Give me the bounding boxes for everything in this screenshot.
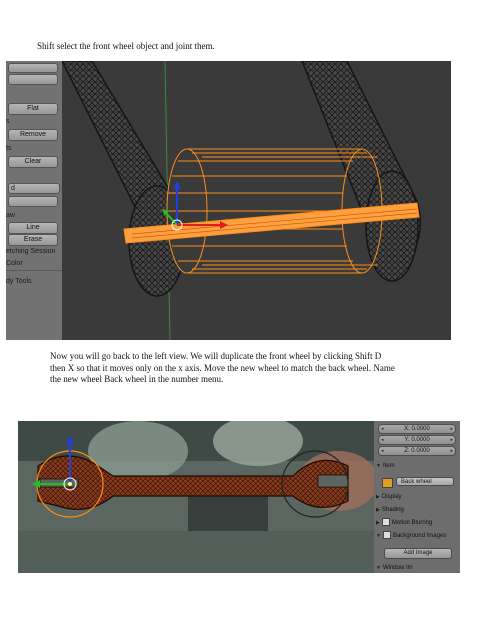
- z-location-value: Z: 0.0000: [404, 448, 430, 454]
- object-icon: [382, 478, 393, 488]
- 3d-viewport-left-view[interactable]: [18, 421, 378, 573]
- properties-panel: ◂ X: 0.0000 ▸ ◂ Y: 0.0000 ▸ ◂ Z: 0.0000 ▸ ▼ Ite…: [374, 421, 460, 573]
- add-image-button[interactable]: Add Image: [384, 548, 452, 559]
- background-images-panel-header[interactable]: ▼ Background Images: [376, 531, 458, 541]
- toolshelf-button-second[interactable]: [8, 74, 58, 85]
- flat-button[interactable]: Flat: [8, 103, 58, 115]
- erase-button[interactable]: Erase: [8, 234, 58, 246]
- bottom-item-row[interactable]: ▼ Window Im: [376, 563, 458, 573]
- motion-blur-checkbox[interactable]: [381, 518, 390, 527]
- 3d-viewport[interactable]: [61, 61, 451, 340]
- instruction-step-2: Now you will go back to the left view. W…: [50, 351, 395, 384]
- tool-shelf-panel: Flat s Remove ts Clear d aw Line Erase e…: [6, 61, 62, 340]
- collapsed-triangle-icon: ▶: [376, 494, 380, 500]
- screenshot-front-wheel-join: Flat s Remove ts Clear d aw Line Erase e…: [6, 61, 451, 340]
- motion-blur-panel-header[interactable]: ▶ Motion Blurring: [376, 518, 458, 528]
- viewport-scene-front: [61, 61, 451, 340]
- toolshelf-fragment-b: s: [6, 118, 10, 125]
- y-location-field[interactable]: ◂ Y: 0.0000 ▸: [378, 435, 456, 445]
- z-location-field[interactable]: ◂ Z: 0.0000 ▸: [378, 446, 456, 456]
- expanded-triangle-icon: ▼: [376, 463, 381, 469]
- y-location-value: Y: 0.0000: [404, 437, 430, 443]
- toolshelf-button-blank[interactable]: [8, 196, 58, 207]
- expanded-triangle-icon: ▼: [376, 533, 381, 539]
- background-images-checkbox[interactable]: [382, 531, 391, 540]
- item-header-label: Item: [382, 463, 395, 469]
- toolshelf-fragment-aw: aw: [6, 212, 15, 219]
- shading-panel-header[interactable]: ▶ Shading: [376, 505, 458, 515]
- line-button[interactable]: Line: [8, 222, 58, 234]
- toolshelf-divider: [6, 270, 62, 271]
- body-tools-label: dy Tools: [6, 278, 32, 285]
- shading-header-label: Shading: [381, 507, 404, 513]
- item-panel-header[interactable]: ▼ Item: [376, 461, 458, 471]
- x-location-field[interactable]: ◂ X: 0.0000 ▸: [378, 424, 456, 434]
- collapsed-triangle-icon: ▶: [376, 520, 380, 526]
- display-header-label: Display: [381, 494, 402, 500]
- sketching-session-label: etching Session: [6, 248, 56, 255]
- motion-blur-label: Motion Blurring: [391, 520, 433, 526]
- toolshelf-button-top[interactable]: [8, 63, 58, 73]
- bottom-item-label: Window Im: [382, 565, 413, 571]
- screenshot-back-wheel-duplicate: ◂ X: 0.0000 ▸ ◂ Y: 0.0000 ▸ ◂ Z: 0.0000 ▸ ▼ Ite…: [18, 421, 460, 573]
- object-name-field[interactable]: Back wheel: [396, 477, 454, 486]
- display-panel-header[interactable]: ▶ Display: [376, 492, 458, 502]
- collapsed-triangle-icon: ▼: [376, 565, 381, 571]
- toolshelf-fragment-ts: ts: [6, 145, 12, 152]
- x-location-value: X: 0.0000: [404, 426, 430, 432]
- remove-button[interactable]: Remove: [8, 129, 58, 141]
- toolshelf-button-d[interactable]: d: [8, 183, 60, 194]
- background-images-label: Background Images: [392, 533, 447, 539]
- clear-button[interactable]: Clear: [8, 156, 58, 168]
- viewport-scene-left: [18, 421, 378, 573]
- color-label: Color: [6, 260, 23, 267]
- collapsed-triangle-icon: ▶: [376, 507, 380, 513]
- instruction-step-1: Shift select the front wheel object and …: [37, 41, 215, 51]
